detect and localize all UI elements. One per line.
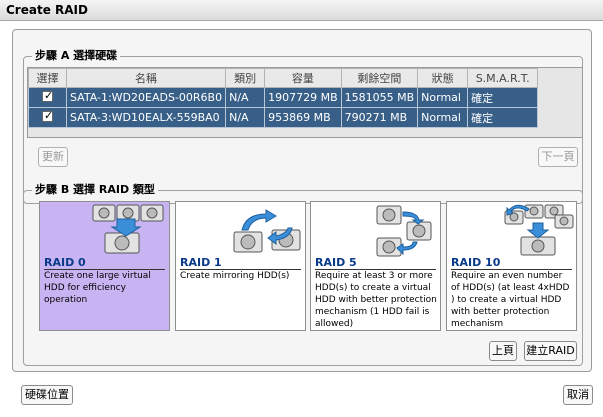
hdd-type: N/A	[225, 107, 266, 128]
raid10-description: Require an even number of HDD(s) (at lea…	[451, 271, 570, 329]
hdd-free-space: 1581055 MB	[340, 87, 419, 108]
raid-option-raid10[interactable]: RAID 10 Require an even number of HDD(s)…	[446, 201, 577, 331]
hdd-table-container: 選擇 名稱 類別 容量 剩餘空間 狀態 S.M.A.R.T. SATA-1:WD…	[27, 67, 583, 138]
raid1-description: Create mirroring HDD(s)	[180, 271, 290, 281]
hdd-capacity: 1907729 MB	[264, 87, 342, 108]
step-a-title: 步驟 A 選擇硬碟	[32, 49, 121, 63]
col-name[interactable]: 名稱	[65, 68, 227, 88]
select-checkbox[interactable]	[42, 109, 53, 122]
col-capacity[interactable]: 容量	[264, 68, 342, 88]
hdd-smart: 確定	[467, 87, 539, 108]
raid10-title: RAID 10	[451, 256, 501, 269]
refresh-button[interactable]: 更新	[38, 147, 68, 167]
window-title: Create RAID	[0, 0, 603, 21]
raid5-title: RAID 5	[315, 256, 357, 269]
table-header-row: 選擇 名稱 類別 容量 剩餘空間 狀態 S.M.A.R.T.	[28, 68, 539, 88]
table-row[interactable]: SATA-3:WD10EALX-559BA0 N/A 953869 MB 790…	[28, 107, 539, 128]
hdd-name: SATA-1:WD20EADS-00R6B0	[65, 87, 227, 108]
hdd-name: SATA-3:WD10EALX-559BA0	[65, 107, 227, 128]
raid10-disks-icon	[504, 204, 574, 256]
col-type[interactable]: 類別	[225, 68, 266, 88]
previous-page-button[interactable]: 上頁	[489, 341, 517, 361]
raid1-mirror-icon	[233, 209, 301, 253]
hdd-type: N/A	[225, 87, 266, 108]
col-free-space[interactable]: 剩餘空間	[340, 68, 419, 88]
hdd-capacity: 953869 MB	[264, 107, 342, 128]
create-raid-button[interactable]: 建立RAID	[524, 341, 577, 361]
hdd-smart: 確定	[467, 107, 539, 128]
next-page-button[interactable]: 下一頁	[538, 147, 578, 167]
hdd-status: Normal	[417, 107, 469, 128]
col-select[interactable]: 選擇	[28, 68, 67, 88]
col-status[interactable]: 狀態	[417, 68, 469, 88]
hdd-location-button[interactable]: 硬碟位置	[21, 385, 73, 405]
table-row[interactable]: SATA-1:WD20EADS-00R6B0 N/A 1907729 MB 15…	[28, 87, 539, 108]
raid0-disks-icon	[92, 204, 164, 254]
raid-option-raid5[interactable]: RAID 5 Require at least 3 or more HDD(s)…	[310, 201, 441, 331]
step-b-title: 步驟 B 選擇 RAID 類型	[32, 183, 158, 197]
raid0-description: Create one large virtual HDD for efficie…	[44, 271, 151, 305]
hdd-free-space: 790271 MB	[340, 107, 419, 128]
raid-option-raid0[interactable]: RAID 0 Create one large virtual HDD for …	[39, 201, 170, 331]
raid-option-raid1[interactable]: RAID 1 Create mirroring HDD(s)	[175, 201, 306, 331]
raid5-description: Require at least 3 or more HDD(s) to cre…	[315, 271, 437, 329]
select-checkbox[interactable]	[42, 89, 53, 102]
col-smart[interactable]: S.M.A.R.T.	[467, 68, 539, 88]
cancel-button[interactable]: 取消	[563, 385, 593, 405]
raid1-title: RAID 1	[180, 256, 222, 269]
raid0-title: RAID 0	[44, 256, 86, 269]
hdd-table: 選擇 名稱 類別 容量 剩餘空間 狀態 S.M.A.R.T. SATA-1:WD…	[28, 68, 539, 128]
hdd-status: Normal	[417, 87, 469, 108]
raid5-parity-icon	[376, 205, 432, 257]
